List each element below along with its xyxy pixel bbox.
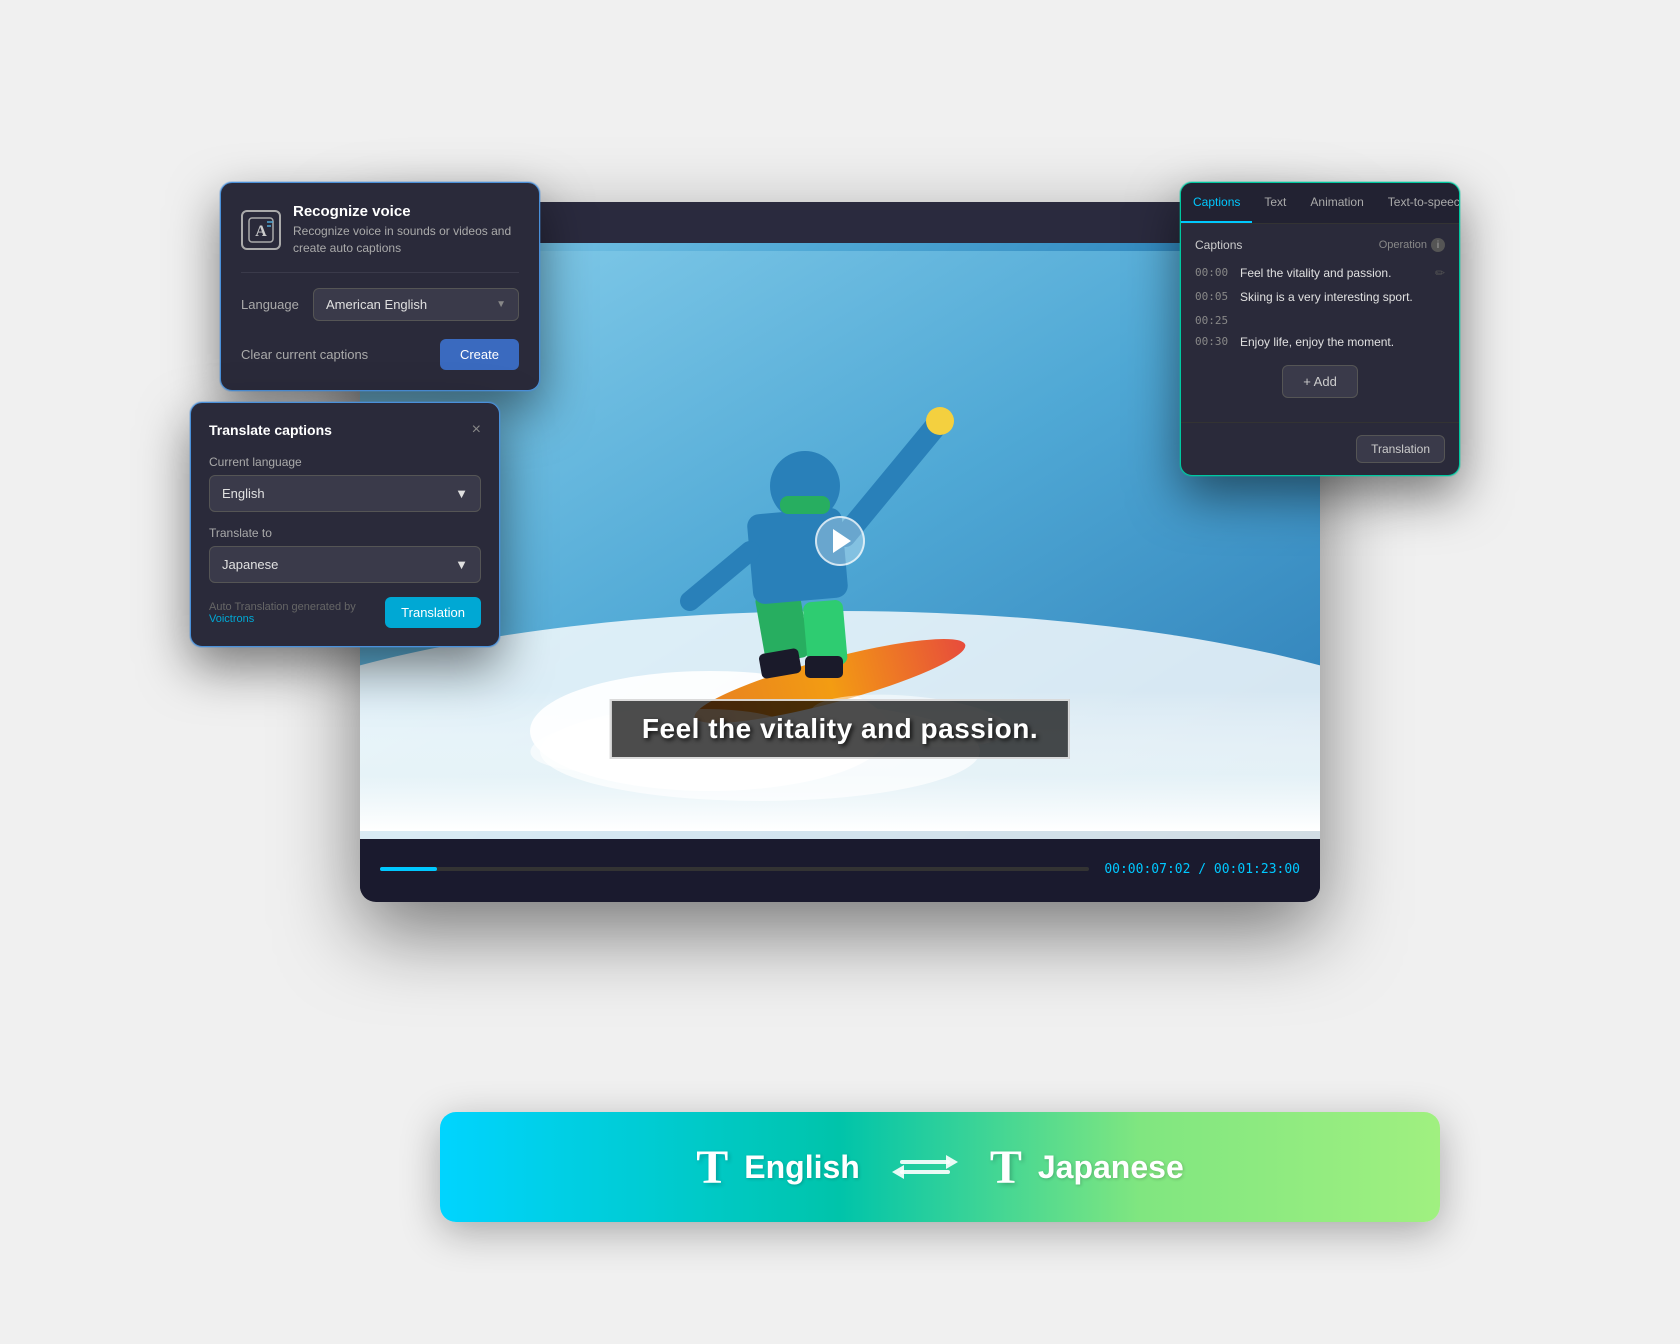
target-language: T Japanese xyxy=(990,1140,1184,1195)
caption-text: Feel the vitality and passion. xyxy=(642,713,1038,744)
language-label: Language xyxy=(241,297,301,312)
translation-banner: T English T Japanese xyxy=(440,1112,1440,1222)
recognize-actions: Clear current captions Create xyxy=(241,339,519,370)
translate-to-select[interactable]: Japanese ▼ xyxy=(209,546,481,583)
current-language-label: Current language xyxy=(209,455,481,469)
translation-footer-button[interactable]: Translation xyxy=(1356,435,1445,463)
tab-text-to-speech[interactable]: Text-to-speech xyxy=(1376,183,1460,223)
timeline-bar: 00:00:07:02 / 00:01:23:00 xyxy=(360,839,1320,899)
captions-sublabel: Captions xyxy=(1195,238,1242,252)
caption-time-2: 00:05 xyxy=(1195,288,1230,303)
play-icon xyxy=(833,529,851,553)
translate-captions-panel: Translate captions × Current language En… xyxy=(190,402,500,647)
svg-text:A: A xyxy=(255,223,267,240)
caption-time-3: 00:25 xyxy=(1195,312,1230,327)
recognize-title: Recognize voice xyxy=(293,203,519,220)
timeline-track[interactable] xyxy=(380,867,1089,871)
caption-time-4: 00:30 xyxy=(1195,333,1230,348)
translate-to-label: Translate to xyxy=(209,526,481,540)
current-language-select[interactable]: English ▼ xyxy=(209,475,481,512)
play-button[interactable] xyxy=(815,516,865,566)
select-arrow-icon: ▼ xyxy=(496,299,506,310)
captions-footer: Translation xyxy=(1181,422,1459,475)
current-lang-arrow-icon: ▼ xyxy=(455,486,468,501)
add-caption-button[interactable]: + Add xyxy=(1282,365,1358,398)
caption-time-1: 00:00 xyxy=(1195,264,1230,279)
recognize-header: A Recognize voice Recognize voice in sou… xyxy=(241,203,519,257)
current-language-value: English xyxy=(222,486,265,501)
language-value: American English xyxy=(326,297,427,312)
operation-label: Operation i xyxy=(1379,238,1445,252)
translate-header: Translate captions × xyxy=(209,421,481,439)
caption-text-2: Skiing is a very interesting sport. xyxy=(1240,288,1445,306)
edit-icon-1[interactable]: ✏ xyxy=(1435,264,1445,280)
caption-text-1: Feel the vitality and passion. xyxy=(1240,264,1425,282)
caption-text-4: Enjoy life, enjoy the moment. xyxy=(1240,333,1445,351)
voictrons-brand: Voictrons xyxy=(209,613,254,625)
arrow-right-icon xyxy=(900,1160,950,1164)
caption-row-3: 00:25 xyxy=(1195,312,1445,327)
time-separator: / xyxy=(1198,862,1214,877)
recognize-header-text: Recognize voice Recognize voice in sound… xyxy=(293,203,519,257)
video-caption: Feel the vitality and passion. xyxy=(610,699,1070,759)
clear-captions-button[interactable]: Clear current captions xyxy=(241,347,368,362)
tab-animation[interactable]: Animation xyxy=(1298,183,1375,223)
source-lang: English xyxy=(744,1149,860,1186)
tab-captions[interactable]: Captions xyxy=(1181,183,1252,223)
caption-row-2: 00:05 Skiing is a very interesting sport… xyxy=(1195,288,1445,306)
captions-panel: Captions Text Animation Text-to-speech C… xyxy=(1180,182,1460,476)
recognize-icon: A xyxy=(241,210,281,250)
current-time: 00:00:07:02 xyxy=(1104,862,1190,877)
auto-translation-text: Auto Translation generated by Voictrons xyxy=(209,601,385,625)
time-display: 00:00:07:02 / 00:01:23:00 xyxy=(1104,862,1300,877)
source-t-icon: T xyxy=(696,1140,728,1195)
create-button[interactable]: Create xyxy=(440,339,519,370)
recognize-voice-panel: A Recognize voice Recognize voice in sou… xyxy=(220,182,540,391)
info-icon: i xyxy=(1431,238,1445,252)
caption-row-1: 00:00 Feel the vitality and passion. ✏ xyxy=(1195,264,1445,282)
timeline-progress xyxy=(380,867,437,871)
captions-tabs: Captions Text Animation Text-to-speech xyxy=(1181,183,1459,224)
translation-arrows xyxy=(900,1160,950,1174)
source-language: T English xyxy=(696,1140,860,1195)
recognize-divider xyxy=(241,272,519,273)
translate-footer: Auto Translation generated by Voictrons … xyxy=(209,597,481,628)
target-lang: Japanese xyxy=(1038,1149,1184,1186)
tab-text[interactable]: Text xyxy=(1252,183,1298,223)
target-t-icon: T xyxy=(990,1140,1022,1195)
captions-subheader: Captions Operation i xyxy=(1195,238,1445,252)
arrow-left-icon xyxy=(900,1170,950,1174)
recognize-description: Recognize voice in sounds or videos and … xyxy=(293,223,519,257)
language-row: Language American English ▼ xyxy=(241,288,519,321)
translate-to-arrow-icon: ▼ xyxy=(455,557,468,572)
language-select[interactable]: American English ▼ xyxy=(313,288,519,321)
total-time: 00:01:23:00 xyxy=(1214,862,1300,877)
captions-body: Captions Operation i 00:00 Feel the vita… xyxy=(1181,224,1459,422)
close-button[interactable]: × xyxy=(472,421,481,439)
translate-to-value: Japanese xyxy=(222,557,278,572)
caption-row-4: 00:30 Enjoy life, enjoy the moment. xyxy=(1195,333,1445,351)
translate-title: Translate captions xyxy=(209,422,332,438)
scene: Player xyxy=(240,122,1440,1222)
translation-button[interactable]: Translation xyxy=(385,597,481,628)
